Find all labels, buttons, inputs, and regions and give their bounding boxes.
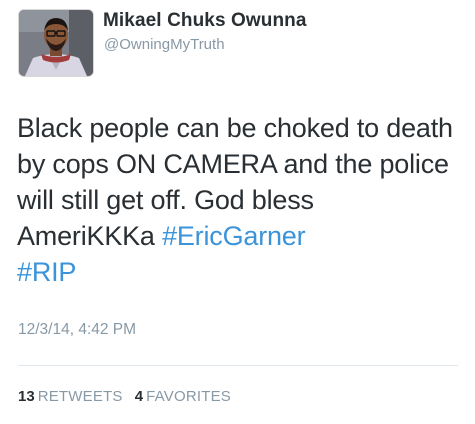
favorites-label: FAVORITES — [146, 388, 232, 405]
tweet-stats: 13 RETWEETS 4 FAVORITES — [18, 388, 231, 405]
retweets-stat[interactable]: 13 RETWEETS — [18, 388, 123, 405]
divider — [18, 365, 458, 366]
author-handle[interactable]: @OwningMyTruth — [104, 36, 225, 53]
tweet-timestamp[interactable]: 12/3/14, 4:42 PM — [18, 321, 136, 339]
tweet-card: Mikael Chuks Owunna @OwningMyTruth Black… — [0, 0, 475, 424]
hashtag-ericgarner[interactable]: #EricGarner — [162, 221, 306, 251]
author-display-name[interactable]: Mikael Chuks Owunna — [103, 10, 307, 32]
retweets-label: RETWEETS — [37, 388, 123, 405]
tweet-text: Black people can be choked to death by c… — [17, 110, 457, 290]
favorites-count: 4 — [134, 388, 144, 405]
favorites-stat[interactable]: 4 FAVORITES — [135, 388, 231, 405]
retweets-count: 13 — [18, 388, 35, 405]
profile-photo-icon — [19, 10, 93, 76]
avatar[interactable] — [18, 9, 94, 77]
hashtag-rip[interactable]: #RIP — [17, 257, 76, 287]
